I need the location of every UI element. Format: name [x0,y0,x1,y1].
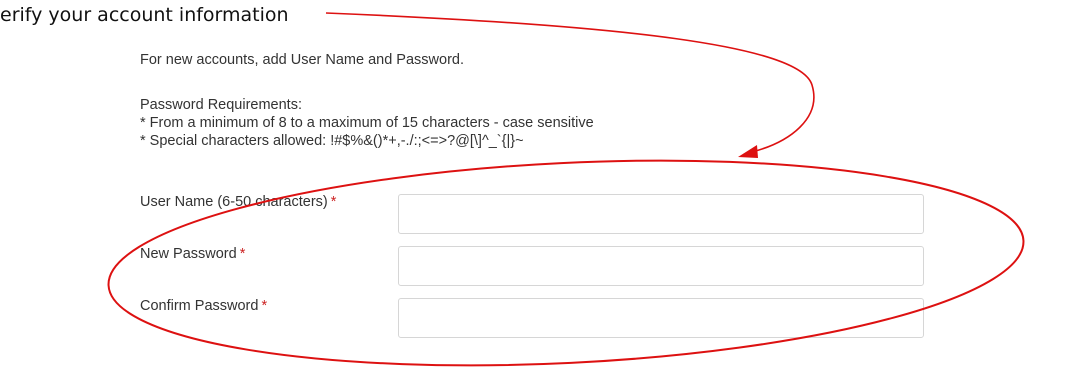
username-row: User Name (6-50 characters) * [140,194,940,236]
account-form: For new accounts, add User Name and Pass… [108,0,968,369]
username-input[interactable] [398,194,924,234]
username-label-text: User Name (6-50 characters) [140,194,328,210]
intro-text: For new accounts, add User Name and Pass… [140,52,464,68]
new-password-row: New Password * [140,246,940,288]
password-requirements-title: Password Requirements: [140,97,302,113]
new-password-input[interactable] [398,246,924,286]
password-requirement-special-chars: * Special characters allowed: !#$%&()*+,… [140,133,524,149]
new-password-label-text: New Password [140,246,237,262]
new-password-required-mark: * [239,246,246,262]
password-requirement-length: * From a minimum of 8 to a maximum of 15… [140,115,594,131]
confirm-password-label-text: Confirm Password [140,298,259,314]
confirm-password-row: Confirm Password * [140,298,940,340]
username-label: User Name (6-50 characters) * [140,194,336,210]
confirm-password-label: Confirm Password * [140,298,267,314]
new-password-label: New Password * [140,246,245,262]
username-required-mark: * [330,194,337,210]
confirm-password-input[interactable] [398,298,924,338]
confirm-password-required-mark: * [261,298,268,314]
